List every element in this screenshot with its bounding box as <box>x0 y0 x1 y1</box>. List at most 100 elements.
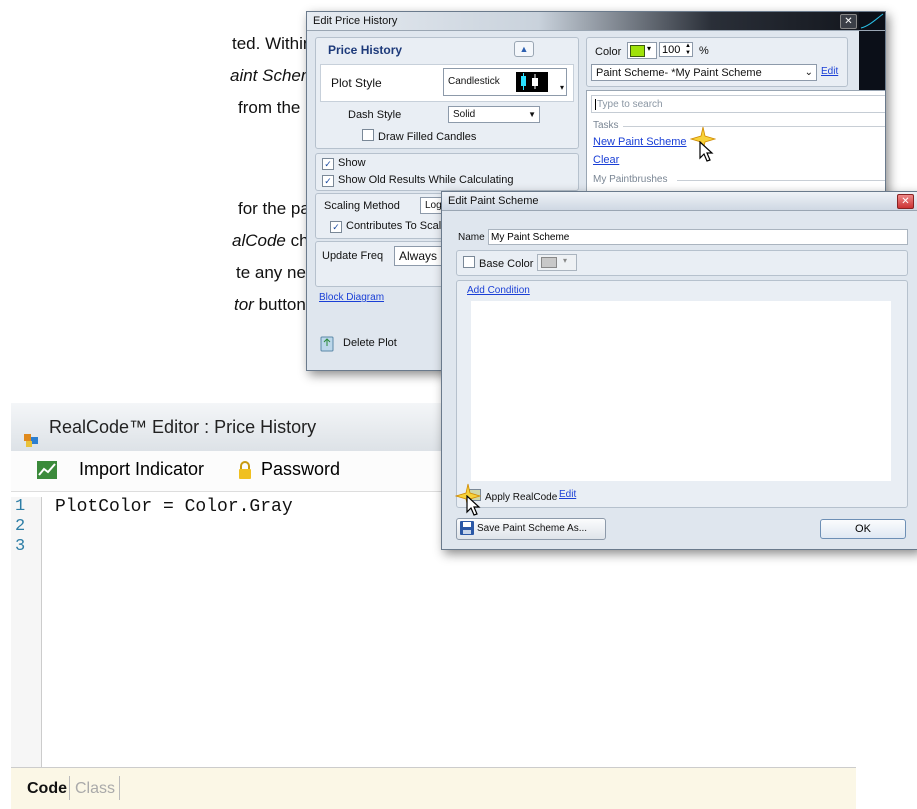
chevron-down-icon: ▼ <box>528 110 536 119</box>
checkbox-label: Base Color <box>479 258 534 270</box>
mouse-cursor-icon <box>466 494 482 517</box>
realcode-title: RealCode™ Editor : Price History <box>49 417 317 437</box>
ok-button[interactable]: OK <box>820 519 906 539</box>
edit-paint-scheme-window: Edit Paint Scheme ✕ Name My Paint Scheme… <box>441 191 917 550</box>
scaling-method-value: Log <box>425 200 442 211</box>
paint-scheme-dropdown-menu: Type to search Tasks New Paint Scheme Cl… <box>586 90 885 192</box>
candlestick-icon <box>516 72 548 92</box>
paint-scheme-value: Paint Scheme- *My Paint Scheme <box>596 67 762 79</box>
chevron-down-icon: ▾ <box>559 83 564 92</box>
tab-class[interactable]: Class <box>75 780 115 798</box>
import-indicator-label: Import Indicator <box>79 459 205 479</box>
line-number: 2 <box>15 517 26 536</box>
my-paintbrushes-header: My Paintbrushes <box>593 174 668 185</box>
chart-preview <box>859 12 885 30</box>
base-color-swatch-button[interactable]: ▾ <box>537 254 577 271</box>
line-number: 1 <box>15 497 26 516</box>
contributes-to-scale-checkbox[interactable]: ✓ Contributes To Scal <box>330 220 441 233</box>
price-history-panel: Price History ▲ Plot Style Candlestick ▾… <box>315 37 579 149</box>
name-label: Name <box>458 232 485 243</box>
checkbox-label: Show Old Results While Calculating <box>338 174 514 186</box>
edit-paint-scheme-titlebar[interactable]: Edit Paint Scheme ✕ <box>442 192 917 211</box>
plot-style-label: Plot Style <box>331 76 382 90</box>
color-swatch-button[interactable]: ▾ <box>627 42 657 59</box>
ok-label: OK <box>855 523 871 535</box>
tasks-header: Tasks <box>593 120 619 131</box>
color-label: Color <box>595 46 622 58</box>
scaling-method-label: Scaling Method <box>324 200 400 212</box>
chevron-down-icon: ⌄ <box>804 67 813 78</box>
edit-price-history-titlebar[interactable]: Edit Price History ✕ <box>307 12 885 31</box>
name-value: My Paint Scheme <box>491 232 570 243</box>
color-swatch <box>630 45 645 57</box>
section-heading: Price History <box>328 43 403 57</box>
close-button[interactable]: ✕ <box>897 194 914 209</box>
checkbox-label: Contributes To Scal <box>346 220 442 232</box>
app-icon <box>23 419 39 447</box>
plot-style-dropdown[interactable]: Candlestick ▾ <box>443 68 567 96</box>
chart-preview-area <box>859 31 885 91</box>
recycle-bin-icon <box>319 334 335 352</box>
apply-realcode-checkbox[interactable]: Apply RealCode <box>469 489 557 503</box>
window-title: Edit Paint Scheme <box>448 195 539 207</box>
plot-style-value: Candlestick <box>448 76 500 87</box>
divider <box>677 180 885 181</box>
divider <box>623 126 885 127</box>
opacity-value: 100 <box>662 44 681 56</box>
paint-scheme-dropdown[interactable]: Paint Scheme- *My Paint Scheme ⌄ <box>591 64 817 81</box>
chevron-down-icon: ▾ <box>563 256 568 265</box>
save-disk-icon <box>460 521 474 535</box>
conditions-list[interactable] <box>471 301 891 481</box>
clear-link[interactable]: Clear <box>593 154 619 166</box>
apply-realcode-edit-link[interactable]: Edit <box>559 489 576 500</box>
opacity-unit: % <box>699 45 709 57</box>
close-button[interactable]: ✕ <box>840 14 857 29</box>
checkbox-box: ✓ <box>322 158 334 170</box>
dash-style-dropdown[interactable]: Solid ▼ <box>448 106 540 123</box>
tab-divider <box>69 776 70 800</box>
name-input[interactable]: My Paint Scheme <box>488 229 908 245</box>
paint-scheme-edit-link[interactable]: Edit <box>821 66 838 77</box>
base-color-panel: Base Color ▾ <box>456 250 908 276</box>
show-checkbox[interactable]: ✓ Show <box>322 157 366 170</box>
opacity-input[interactable]: 100 ▲ ▼ <box>659 42 693 57</box>
show-panel: ✓ Show ✓ Show Old Results While Calculatin… <box>315 153 579 191</box>
dash-style-label: Dash Style <box>348 109 402 121</box>
show-old-results-checkbox[interactable]: ✓ Show Old Results While Calculating <box>322 174 513 187</box>
new-paint-scheme-link[interactable]: New Paint Scheme <box>593 136 687 148</box>
checkbox-box: ✓ <box>322 175 334 187</box>
add-condition-link[interactable]: Add Condition <box>467 285 530 296</box>
password-label: Password <box>261 459 341 479</box>
checkbox-box <box>463 256 475 268</box>
line-number-gutter: 1 2 3 <box>11 497 42 767</box>
color-panel: Color ▾ 100 ▲ ▼ % Paint Scheme- *My Paint… <box>586 37 848 87</box>
spinner-icon[interactable]: ▲ ▼ <box>685 43 691 57</box>
block-diagram-link[interactable]: Block Diagram <box>319 292 384 303</box>
search-input[interactable]: Type to search <box>591 95 885 113</box>
code-line: PlotColor = Color.Gray <box>55 497 293 517</box>
dash-style-value: Solid <box>453 109 476 120</box>
mouse-cursor-icon <box>699 140 715 163</box>
tab-code[interactable]: Code <box>27 780 67 798</box>
save-paint-scheme-as-button[interactable]: Save Paint Scheme As... <box>456 518 606 540</box>
checkbox-label: Show <box>338 157 366 169</box>
checkbox-box <box>362 129 374 141</box>
update-freq-label: Update Freq <box>322 250 384 262</box>
color-swatch <box>541 257 557 268</box>
window-title: Edit Price History <box>313 15 398 27</box>
save-paint-scheme-as-label: Save Paint Scheme As... <box>477 523 588 534</box>
checkbox-label: Draw Filled Candles <box>378 131 477 143</box>
editor-tab-strip: Code Class <box>11 767 856 809</box>
draw-filled-candles-checkbox[interactable]: Draw Filled Candles <box>362 129 476 143</box>
line-number: 3 <box>15 537 26 556</box>
collapse-chevron-icon[interactable]: ▲ <box>514 41 534 57</box>
update-freq-value: Always <box>399 249 438 263</box>
checkbox-box: ✓ <box>330 221 342 233</box>
tab-divider <box>119 776 120 800</box>
checkbox-label: Apply RealCode <box>485 492 558 503</box>
base-color-checkbox[interactable]: Base Color <box>463 256 533 270</box>
lock-icon <box>237 460 253 480</box>
search-placeholder: Type to search <box>595 99 663 110</box>
conditions-panel: Add Condition Apply RealCode Edit <box>456 280 908 508</box>
plot-style-row: Plot Style Candlestick ▾ <box>320 64 574 102</box>
